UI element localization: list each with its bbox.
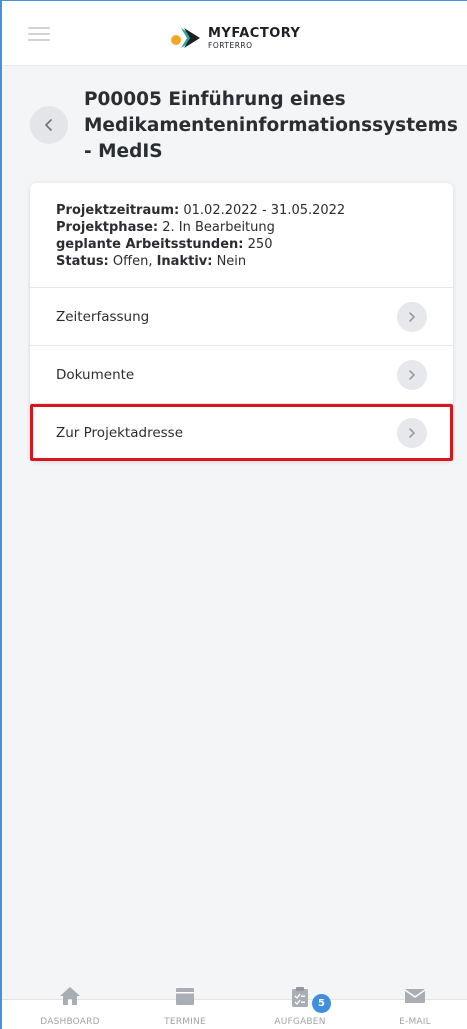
clipboard-icon [292, 987, 308, 1007]
mail-icon [404, 989, 426, 1003]
tab-aufgaben[interactable]: 5 AUFGABEN [242, 987, 358, 1029]
phase-label: Projektphase: [56, 220, 159, 235]
phase-value: 2. In Bearbeitung [158, 220, 275, 235]
menu-item-label: Zur Projektadresse [56, 424, 184, 441]
stunden-label: geplante Arbeitsstunden: [56, 237, 244, 252]
menu-item-label: Zeiterfassung [56, 308, 150, 325]
page-title: P00005 Einführung eines Medikamenteninfo… [84, 89, 458, 162]
menu-item-label: Dokumente [56, 366, 135, 383]
logo-mark-icon [171, 28, 200, 48]
calendar-icon [176, 988, 194, 1005]
zeitraum-label: Projektzeitraum: [56, 203, 180, 218]
top-bar: MYFACTORY FORTERRO [2, 1, 467, 66]
app-frame: MYFACTORY FORTERRO P00005 Einführung ein… [0, 0, 467, 1029]
menu-item-projektadresse[interactable]: Zur Projektadresse [30, 404, 453, 461]
menu-item-zeiterfassung[interactable]: Zeiterfassung [30, 288, 453, 346]
logo-title: MYFACTORY [208, 25, 301, 41]
app-logo: MYFACTORY FORTERRO [170, 23, 300, 53]
tab-dashboard[interactable]: DASHBOARD [12, 987, 128, 1029]
tasks-count-badge: 5 [312, 994, 331, 1013]
chevron-right-icon[interactable] [397, 418, 427, 448]
logo-subtitle: FORTERRO [208, 40, 253, 50]
bottom-nav: DASHBOARD TERMINE 5 AUFGABEN E-MAIL [2, 987, 467, 1029]
info-row-zeitraum: Projektzeitraum: 01.02.2022 - 31.05.2022 [56, 202, 427, 219]
menu-item-dokumente[interactable]: Dokumente [30, 346, 453, 404]
info-row-stunden: geplante Arbeitsstunden: 250 [56, 236, 427, 253]
chevron-right-icon[interactable] [397, 360, 427, 390]
stunden-value: 250 [243, 237, 273, 252]
tab-email[interactable]: E-MAIL [357, 989, 467, 1029]
status-value: Offen, [108, 254, 157, 269]
info-row-status: Status: Offen, Inaktiv: Nein [56, 253, 427, 270]
zeitraum-value: 01.02.2022 - 31.05.2022 [179, 203, 346, 218]
tab-label: E-MAIL [399, 1017, 431, 1027]
tab-label: DASHBOARD [40, 1017, 100, 1027]
back-button[interactable] [30, 106, 68, 144]
menu-icon[interactable] [28, 27, 50, 41]
chevron-left-icon [45, 119, 52, 131]
home-icon [60, 987, 80, 1005]
info-row-phase: Projektphase: 2. In Bearbeitung [56, 219, 427, 236]
tab-termine[interactable]: TERMINE [127, 988, 243, 1029]
tab-label: TERMINE [164, 1017, 206, 1027]
project-info: Projektzeitraum: 01.02.2022 - 31.05.2022… [30, 183, 453, 288]
status-label: Status: [56, 254, 109, 269]
chevron-right-icon[interactable] [397, 302, 427, 332]
tab-label: AUFGABEN [274, 1017, 326, 1027]
inaktiv-label: Inaktiv: [156, 254, 213, 269]
project-card: Projektzeitraum: 01.02.2022 - 31.05.2022… [30, 183, 453, 461]
inaktiv-value: Nein [212, 254, 247, 269]
